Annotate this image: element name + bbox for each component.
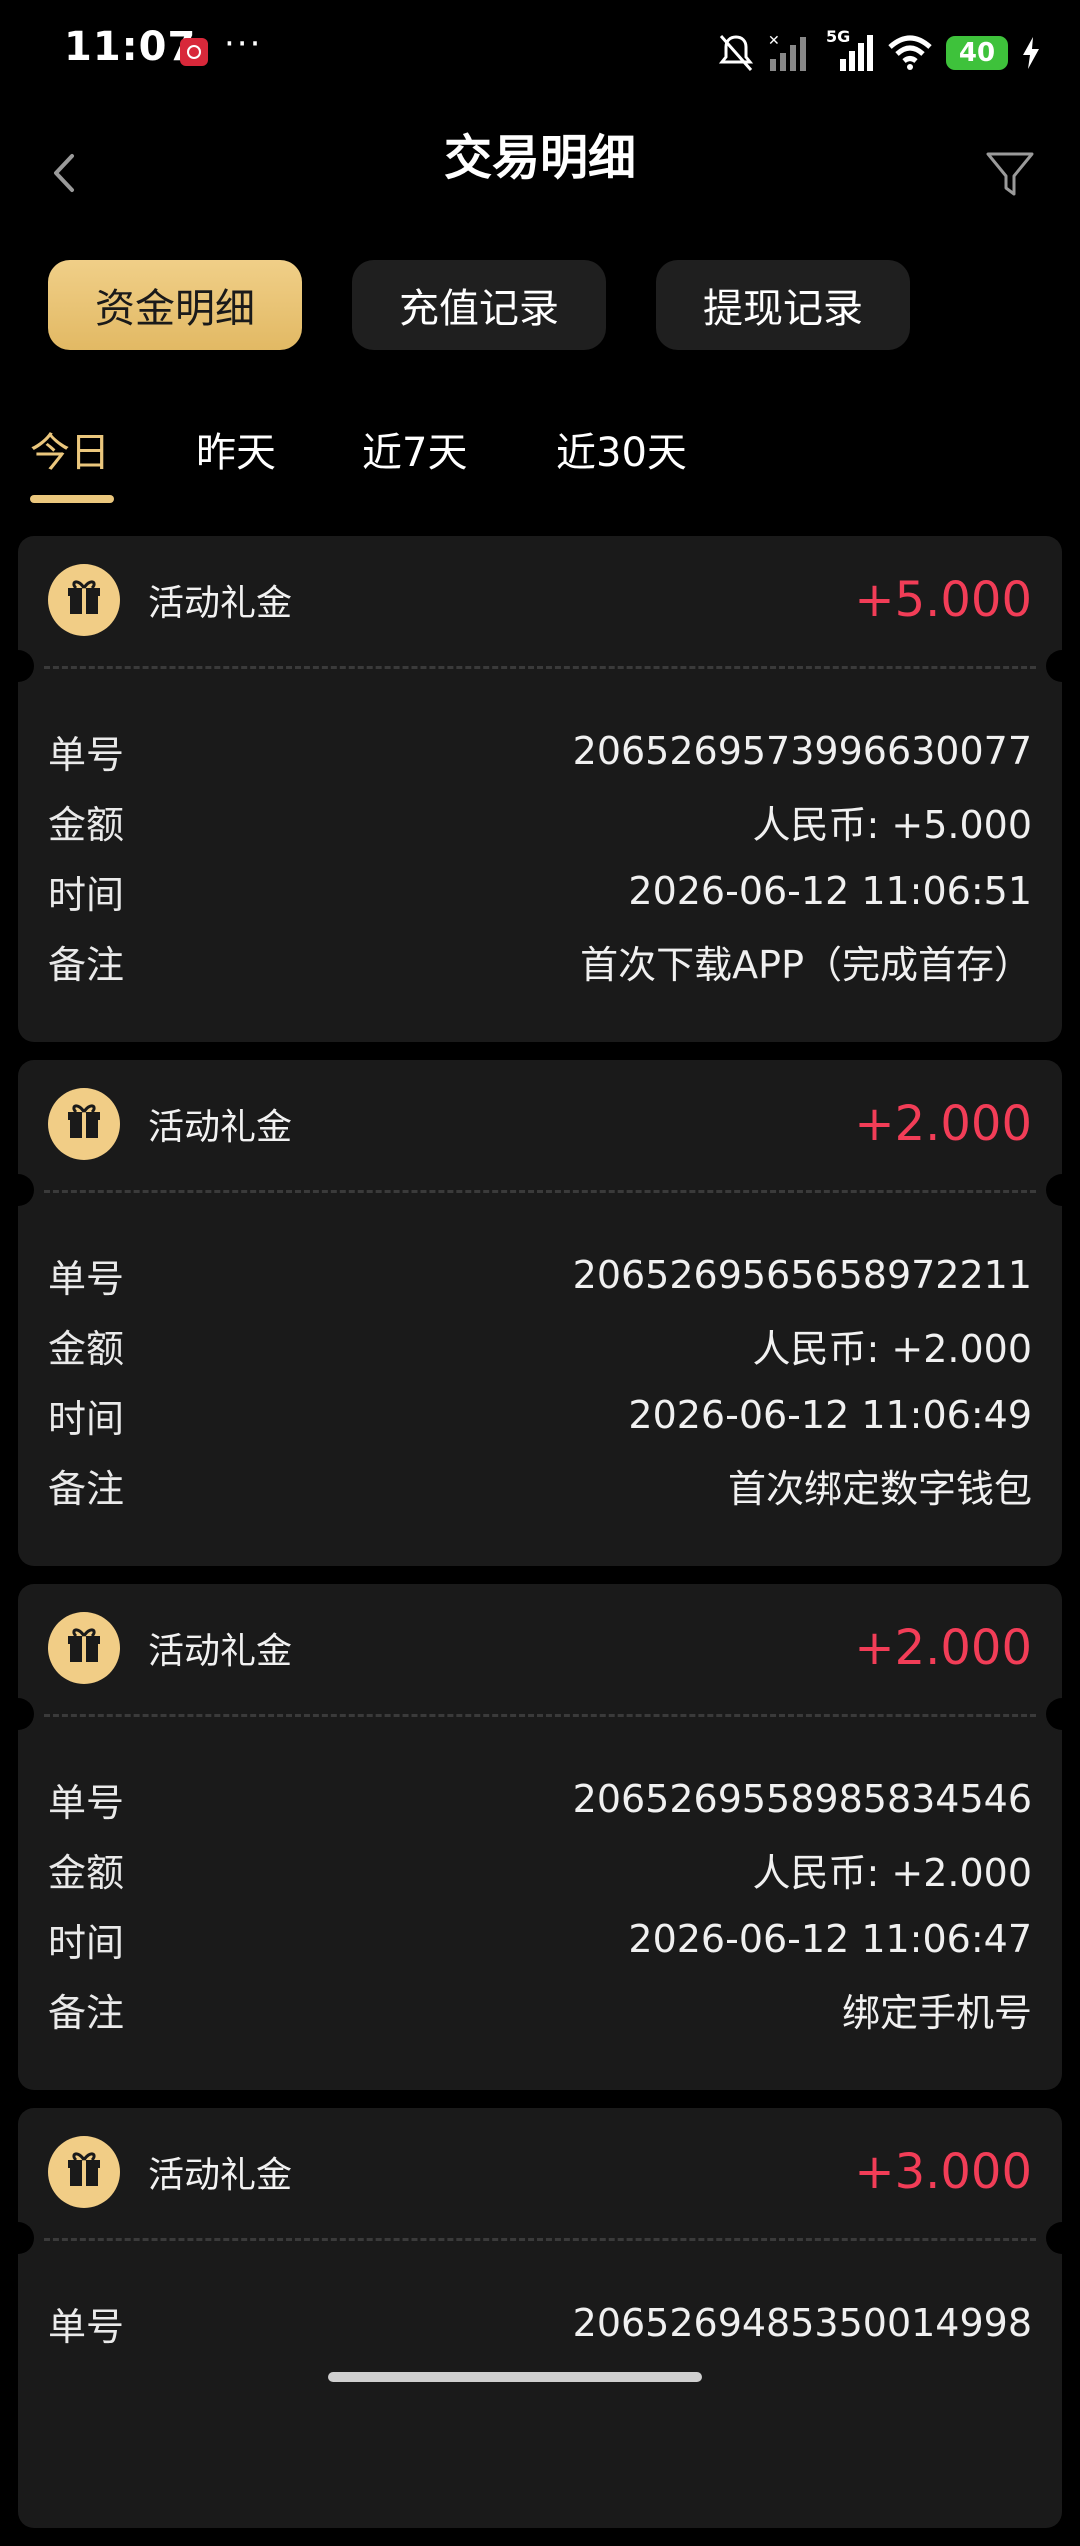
record-type-segments: 资金明细 充值记录 提现记录: [48, 260, 910, 350]
note-label: 备注: [48, 1466, 125, 1511]
order-number-label: 单号: [48, 2304, 125, 2349]
note-value: 首次绑定数字钱包: [727, 1466, 1032, 1511]
note-label: 备注: [48, 942, 125, 987]
tab-today[interactable]: 今日: [30, 420, 110, 478]
gift-icon: [48, 1612, 120, 1684]
transaction-type: 活动礼金: [148, 583, 293, 624]
amount-value: 人民币: +2.000: [752, 1326, 1032, 1371]
time-label: 时间: [48, 1396, 125, 1441]
svg-text:✕: ✕: [768, 33, 780, 49]
order-number-label: 单号: [48, 1256, 125, 1301]
tab-yesterday[interactable]: 昨天: [196, 420, 276, 478]
note-value: 首次下载APP（完成首存）: [580, 942, 1032, 987]
status-time: 11:07: [64, 24, 197, 70]
dashed-divider: [44, 1714, 1036, 1717]
amount-label: 金额: [48, 802, 125, 847]
transaction-card[interactable]: 活动礼金 +3.000 单号 2065269485350014998: [2, 2108, 1078, 2528]
transaction-type: 活动礼金: [148, 1631, 293, 1672]
order-number-label: 单号: [48, 1780, 125, 1825]
wifi-icon: [888, 35, 932, 70]
dashed-divider: [44, 666, 1036, 669]
page-title: 交易明细: [443, 130, 636, 186]
amount-row: 金额 人民币: +2.000: [48, 1834, 1032, 1904]
amount-row: 金额 人民币: +2.000: [48, 1310, 1032, 1380]
order-number-row: 单号 2065269485350014998: [48, 2288, 1032, 2358]
charging-icon: [1023, 37, 1039, 69]
app-notification-icon: [180, 38, 208, 66]
transaction-card[interactable]: 活动礼金 +2.000 单号 2065269565658972211 金额 人民币:…: [2, 1060, 1078, 1566]
transaction-amount: +3.000: [854, 2144, 1032, 2200]
time-label: 时间: [48, 872, 125, 917]
segment-fund-details[interactable]: 资金明细: [48, 260, 302, 350]
gift-icon: [48, 2136, 120, 2208]
transaction-type: 活动礼金: [148, 1107, 293, 1148]
card-notch: [1046, 650, 1078, 682]
order-number-label: 单号: [48, 732, 125, 777]
time-value: 2026-06-12 11:06:47: [628, 1917, 1032, 1961]
note-value: 绑定手机号: [841, 1990, 1032, 2035]
more-notifications-icon: ···: [224, 24, 263, 64]
signal-5g-icon: 5G: [826, 27, 874, 73]
active-tab-indicator: [30, 495, 114, 503]
tab-last-7-days[interactable]: 近7天: [362, 420, 467, 478]
battery-icon: 40: [946, 36, 1008, 70]
transaction-amount: +2.000: [854, 1096, 1032, 1152]
transaction-amount: +2.000: [854, 1620, 1032, 1676]
tab-last-30-days[interactable]: 近30天: [556, 420, 687, 478]
note-row: 备注 绑定手机号: [48, 1974, 1032, 2044]
gift-icon: [48, 564, 120, 636]
transaction-card-header: 活动礼金 +2.000: [18, 1584, 1062, 1714]
order-number-row: 单号 2065269565658972211: [48, 1240, 1032, 1310]
time-value: 2026-06-12 11:06:51: [628, 869, 1032, 913]
card-notch: [1046, 1698, 1078, 1730]
card-notch: [2, 650, 34, 682]
amount-value: 人民币: +5.000: [752, 802, 1032, 847]
note-row: 备注 首次下载APP（完成首存）: [48, 926, 1032, 996]
time-value: 2026-06-12 11:06:49: [628, 1393, 1032, 1437]
home-indicator[interactable]: [328, 2372, 702, 2382]
note-label: 备注: [48, 1990, 125, 2035]
card-notch: [2, 2222, 34, 2254]
dashed-divider: [44, 2238, 1036, 2241]
card-notch: [2, 1698, 34, 1730]
mute-icon: [718, 35, 754, 71]
transaction-amount: +5.000: [854, 572, 1032, 628]
amount-row: 金额 人民币: +5.000: [48, 786, 1032, 856]
note-row: 备注 首次绑定数字钱包: [48, 1450, 1032, 1520]
time-label: 时间: [48, 1920, 125, 1965]
transaction-card-header: 活动礼金 +5.000: [18, 536, 1062, 666]
status-bar: 11:07 ··· ✕ 5G 40: [0, 0, 1080, 100]
transaction-type: 活动礼金: [148, 2155, 293, 2196]
time-row: 时间 2026-06-12 11:06:49: [48, 1380, 1032, 1450]
time-row: 时间 2026-06-12 11:06:47: [48, 1904, 1032, 1974]
filter-icon[interactable]: [980, 144, 1040, 204]
order-number-value: 2065269485350014998: [572, 2301, 1032, 2345]
order-number-row: 单号 2065269558985834546: [48, 1764, 1032, 1834]
transaction-card-header: 活动礼金 +2.000: [18, 1060, 1062, 1190]
transaction-card[interactable]: 活动礼金 +2.000 单号 2065269558985834546 金额 人民币:…: [2, 1584, 1078, 2090]
dashed-divider: [44, 1190, 1036, 1193]
segment-withdraw-records[interactable]: 提现记录: [656, 260, 910, 350]
order-number-row: 单号 2065269573996630077: [48, 716, 1032, 786]
card-notch: [1046, 1174, 1078, 1206]
amount-value: 人民币: +2.000: [752, 1850, 1032, 1895]
transaction-list: 活动礼金 +5.000 单号 2065269573996630077 金额 人民币:…: [2, 536, 1078, 2546]
order-number-value: 2065269573996630077: [572, 729, 1032, 773]
app-header: 交易明细: [0, 100, 1080, 250]
date-range-tabs: 今日 昨天 近7天 近30天: [30, 400, 1050, 510]
time-row: 时间 2026-06-12 11:06:51: [48, 856, 1032, 926]
signal-icon: ✕: [768, 33, 806, 71]
amount-label: 金额: [48, 1326, 125, 1371]
order-number-value: 2065269558985834546: [572, 1777, 1032, 1821]
order-number-value: 2065269565658972211: [572, 1253, 1032, 1297]
transaction-card[interactable]: 活动礼金 +5.000 单号 2065269573996630077 金额 人民币:…: [2, 536, 1078, 1042]
gift-icon: [48, 1088, 120, 1160]
transaction-card-header: 活动礼金 +3.000: [18, 2108, 1062, 2238]
amount-label: 金额: [48, 1850, 125, 1895]
card-notch: [1046, 2222, 1078, 2254]
segment-deposit-records[interactable]: 充值记录: [352, 260, 606, 350]
card-notch: [2, 1174, 34, 1206]
